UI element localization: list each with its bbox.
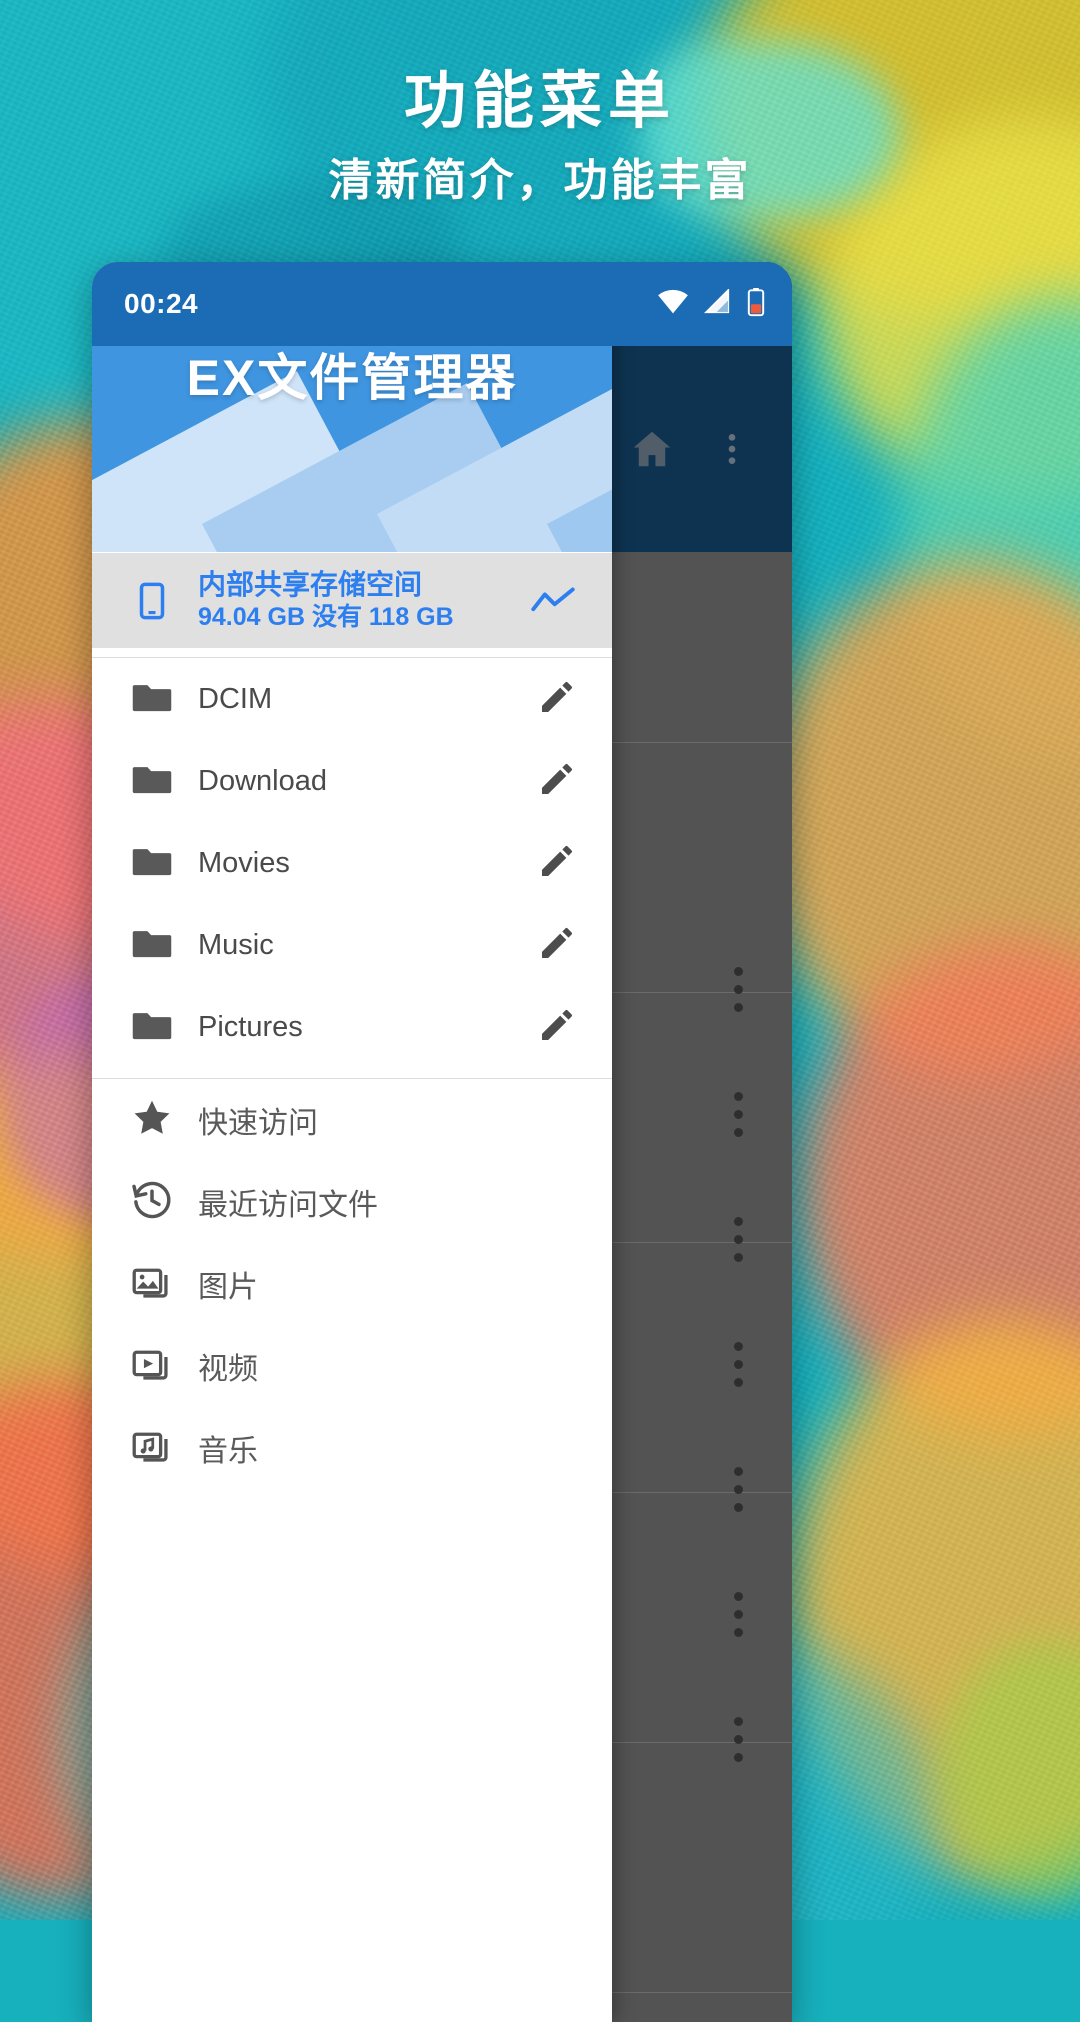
drawer-item-label: 图片 <box>198 1271 258 1304</box>
signal-icon <box>703 287 733 320</box>
shortcut-list: 快速访问最近访问文件 图片视频音乐 <box>92 1079 612 1489</box>
drawer-item-movies[interactable]: Movies <box>92 822 612 904</box>
storage-title: 内部共享存储空间 <box>198 568 423 600</box>
folder-icon <box>130 1003 174 1052</box>
drawer-item-label: 最近访问文件 <box>198 1189 378 1222</box>
edit-pencil-icon <box>537 1005 577 1050</box>
item-icon-wrapper <box>114 1178 190 1227</box>
drawer-item-label: 音乐 <box>198 1435 258 1468</box>
star-icon <box>130 1096 174 1145</box>
status-bar-time: 00:24 <box>124 288 199 319</box>
item-icon-wrapper <box>114 1260 190 1309</box>
drawer-item-label: 快速访问 <box>198 1107 318 1140</box>
storage-subtitle: 94.04 GB 没有 118 GB <box>198 602 454 631</box>
drawer-item-快速访问[interactable]: 快速访问 <box>92 1079 612 1161</box>
edit-pencil-icon <box>537 759 577 804</box>
edit-pencil-icon <box>537 923 577 968</box>
edit-pencil-icon[interactable] <box>524 677 590 722</box>
drawer-item-最近访问文件[interactable]: 最近访问文件 <box>92 1161 612 1243</box>
drawer-item-pictures[interactable]: Pictures <box>92 986 612 1068</box>
battery-icon <box>746 287 766 322</box>
drawer-item-label: Pictures <box>198 1010 303 1043</box>
divider <box>92 648 612 657</box>
music-icon <box>130 1424 174 1473</box>
item-icon-wrapper <box>114 1096 190 1145</box>
status-bar: 00:24 <box>92 262 792 346</box>
edit-pencil-icon[interactable] <box>524 759 590 804</box>
image-icon <box>130 1260 174 1309</box>
item-icon-wrapper <box>114 1003 190 1052</box>
folder-icon <box>130 675 174 724</box>
drawer-item-dcim[interactable]: DCIM <box>92 658 612 740</box>
folder-icon <box>130 757 174 806</box>
drawer-item-music[interactable]: Music <box>92 904 612 986</box>
drawer-item-音乐[interactable]: 音乐 <box>92 1407 612 1489</box>
edit-pencil-icon <box>537 677 577 722</box>
phone-mockup: EX文件管理器 内部共享存储空间 94.04 GB 没有 118 GB DCIM… <box>92 262 792 2022</box>
item-icon-wrapper <box>114 1342 190 1391</box>
item-icon-wrapper <box>114 921 190 970</box>
trend-chart-icon[interactable] <box>516 584 590 618</box>
drawer-item-视频[interactable]: 视频 <box>92 1325 612 1407</box>
edit-pencil-icon[interactable] <box>524 1005 590 1050</box>
drawer-item-label: DCIM <box>198 682 273 715</box>
navigation-drawer: EX文件管理器 内部共享存储空间 94.04 GB 没有 118 GB DCIM… <box>92 262 612 2022</box>
drawer-item-label: Movies <box>198 846 290 879</box>
item-icon-wrapper <box>114 675 190 724</box>
item-icon-wrapper <box>114 1424 190 1473</box>
folder-icon <box>130 839 174 888</box>
drawer-item-label: Download <box>198 764 327 797</box>
phone-icon <box>114 580 190 622</box>
drawer-item-download[interactable]: Download <box>92 740 612 822</box>
folder-icon <box>130 921 174 970</box>
drawer-item-图片[interactable]: 图片 <box>92 1243 612 1325</box>
item-icon-wrapper <box>114 839 190 888</box>
app-title: EX文件管理器 <box>186 350 518 406</box>
item-icon-wrapper <box>114 757 190 806</box>
wifi-icon <box>656 289 690 320</box>
drawer-item-internal-storage[interactable]: 内部共享存储空间 94.04 GB 没有 118 GB <box>92 552 612 648</box>
folder-list: DCIM Download Movies Music Pictures <box>92 658 612 1068</box>
drawer-item-label: Music <box>198 928 274 961</box>
promo-subtitle: 清新简介，功能丰富 <box>328 156 752 205</box>
drawer-item-label: 视频 <box>198 1353 258 1386</box>
edit-pencil-icon[interactable] <box>524 923 590 968</box>
edit-pencil-icon[interactable] <box>524 841 590 886</box>
history-icon <box>130 1178 174 1227</box>
video-icon <box>130 1342 174 1391</box>
promo-title: 功能菜单 <box>403 67 676 136</box>
edit-pencil-icon <box>537 841 577 886</box>
